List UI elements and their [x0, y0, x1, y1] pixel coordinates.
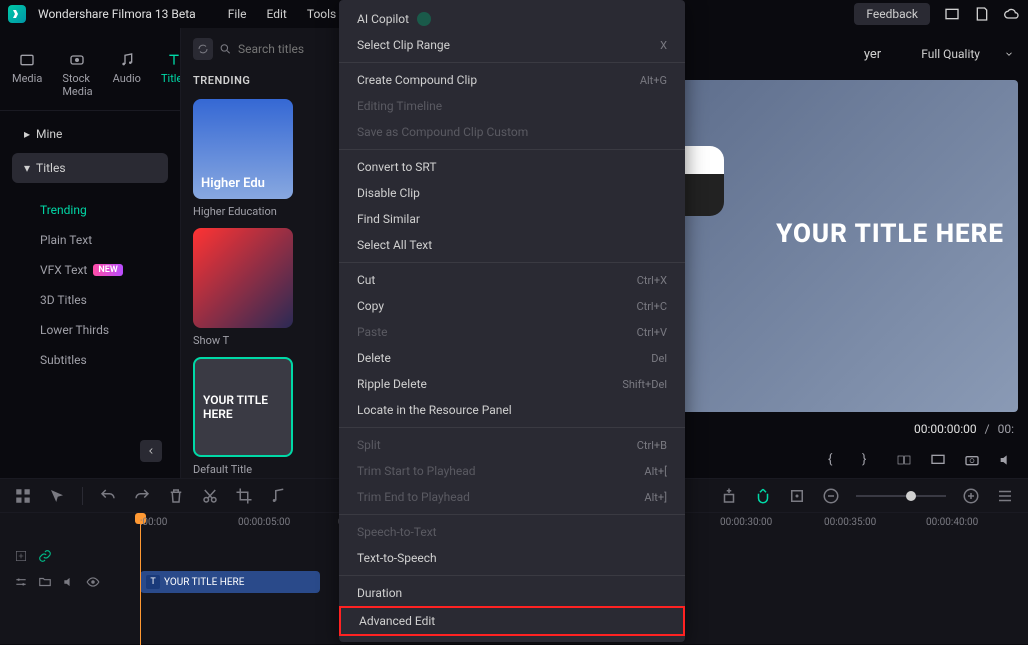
cm-select-all-text[interactable]: Select All Text — [339, 232, 685, 258]
cm-ai-copilot[interactable]: AI Copilot — [339, 6, 685, 32]
thumb-label: Default Title — [193, 463, 293, 476]
preview-overlay-text: YOUR TITLE HERE — [776, 219, 1004, 249]
quality-select[interactable]: Full Quality — [913, 43, 998, 65]
cm-advanced-edit[interactable]: Advanced Edit — [339, 606, 685, 636]
menu-tools[interactable]: Tools — [307, 7, 336, 21]
time-current: 00:00:00:00 — [914, 422, 977, 436]
menu-file[interactable]: File — [228, 7, 247, 21]
tab-stock[interactable]: Stock Media — [54, 48, 100, 102]
adjust-icon[interactable] — [14, 575, 28, 589]
cm-disable-clip[interactable]: Disable Clip — [339, 180, 685, 206]
cm-select-range[interactable]: Select Clip RangeX — [339, 32, 685, 58]
refresh-button[interactable] — [193, 38, 213, 60]
cm-delete[interactable]: DeleteDel — [339, 345, 685, 371]
sidebar-subtitles[interactable]: Subtitles — [28, 345, 168, 375]
sidebar-mine[interactable]: ▸Mine — [12, 119, 168, 149]
thumb-label: Higher Education — [193, 205, 293, 218]
menu-edit[interactable]: Edit — [267, 7, 287, 21]
cm-duration[interactable]: Duration — [339, 580, 685, 606]
cm-tts[interactable]: Text-to-Speech — [339, 545, 685, 571]
chevron-left-icon — [146, 446, 156, 456]
audio-icon — [117, 52, 137, 68]
trending-heading: TRENDING — [193, 74, 328, 87]
cm-ripple-delete[interactable]: Ripple DeleteShift+Del — [339, 371, 685, 397]
brace-left-icon[interactable]: { — [828, 452, 844, 468]
modules-icon[interactable] — [14, 487, 32, 505]
cm-locate[interactable]: Locate in the Resource Panel — [339, 397, 685, 423]
player-label: yer — [864, 47, 881, 62]
media-icon — [17, 52, 37, 68]
brace-right-icon[interactable]: } — [862, 452, 878, 468]
thumb-default-title[interactable]: YOUR TITLE HERE Default Title — [193, 357, 293, 476]
thumb-show[interactable]: Show T — [193, 228, 293, 347]
sidebar-trending[interactable]: Trending — [28, 195, 168, 225]
link-icon[interactable] — [38, 549, 52, 563]
cut-icon[interactable] — [201, 487, 219, 505]
zoom-slider[interactable] — [856, 495, 946, 497]
copilot-icon — [417, 12, 431, 26]
sidebar-plaintext[interactable]: Plain Text — [28, 225, 168, 255]
cm-copy[interactable]: CopyCtrl+C — [339, 293, 685, 319]
undo-icon[interactable] — [99, 487, 117, 505]
track-add-icon[interactable] — [14, 549, 28, 563]
monitor-icon[interactable] — [930, 452, 946, 468]
layout-icon[interactable] — [944, 6, 960, 22]
cm-trim-start: Trim Start to PlayheadAlt+[ — [339, 458, 685, 484]
magnet-icon[interactable] — [754, 487, 772, 505]
context-menu: AI Copilot Select Clip RangeX Create Com… — [339, 0, 685, 642]
marker-add-icon[interactable] — [720, 487, 738, 505]
cm-editing-timeline: Editing Timeline — [339, 93, 685, 119]
chevron-down-icon: ▾ — [24, 161, 30, 175]
sidebar-3d[interactable]: 3D Titles — [28, 285, 168, 315]
sidebar-titles[interactable]: ▾Titles — [12, 153, 168, 183]
search-icon — [219, 42, 232, 56]
redo-icon[interactable] — [133, 487, 151, 505]
sidebar-lower[interactable]: Lower Thirds — [28, 315, 168, 345]
cm-stt: Speech-to-Text — [339, 519, 685, 545]
app-title: Wondershare Filmora 13 Beta — [38, 7, 196, 21]
folder-icon[interactable] — [38, 575, 52, 589]
cm-create-compound[interactable]: Create Compound ClipAlt+G — [339, 67, 685, 93]
cm-cut[interactable]: CutCtrl+X — [339, 267, 685, 293]
tab-audio[interactable]: Audio — [105, 48, 149, 102]
trash-icon[interactable] — [167, 487, 185, 505]
stock-icon — [67, 52, 87, 68]
pointer-icon[interactable] — [48, 487, 66, 505]
snapshot-icon[interactable] — [964, 452, 980, 468]
cm-paste: PasteCtrl+V — [339, 319, 685, 345]
search-input[interactable] — [238, 42, 328, 56]
crop-icon[interactable] — [235, 487, 253, 505]
music-add-icon[interactable] — [269, 487, 287, 505]
thumb-higher-education[interactable]: Higher Edu Higher Education — [193, 99, 293, 218]
feedback-button[interactable]: Feedback — [854, 3, 930, 25]
compare-icon[interactable] — [896, 452, 912, 468]
app-logo — [8, 5, 26, 23]
cm-split: SplitCtrl+B — [339, 432, 685, 458]
cm-trim-end: Trim End to PlayheadAlt+] — [339, 484, 685, 510]
crop-box-icon[interactable] — [788, 487, 806, 505]
new-badge: NEW — [93, 264, 122, 276]
save-icon[interactable] — [974, 6, 990, 22]
zoom-in-icon[interactable] — [962, 487, 980, 505]
refresh-icon — [197, 43, 209, 55]
chevron-down-icon — [1004, 49, 1014, 59]
mute-icon[interactable] — [62, 575, 76, 589]
collapse-sidebar-button[interactable] — [140, 440, 162, 462]
sidebar-vfx[interactable]: VFX TextNEW — [28, 255, 168, 285]
cm-find-similar[interactable]: Find Similar — [339, 206, 685, 232]
timeline-clip[interactable]: T YOUR TITLE HERE — [140, 571, 320, 593]
volume-icon[interactable] — [998, 452, 1014, 468]
time-total: 00: — [998, 422, 1014, 436]
text-clip-icon: T — [146, 575, 160, 589]
tab-media[interactable]: Media — [4, 48, 50, 102]
list-icon[interactable] — [996, 487, 1014, 505]
zoom-out-icon[interactable] — [822, 487, 840, 505]
cm-convert-srt[interactable]: Convert to SRT — [339, 154, 685, 180]
time-sep: / — [985, 422, 990, 436]
thumb-label: Show T — [193, 334, 293, 347]
cloud-upload-icon[interactable] — [1004, 6, 1020, 22]
chevron-right-icon: ▸ — [24, 127, 30, 141]
eye-icon[interactable] — [86, 575, 100, 589]
cm-save-compound: Save as Compound Clip Custom — [339, 119, 685, 145]
